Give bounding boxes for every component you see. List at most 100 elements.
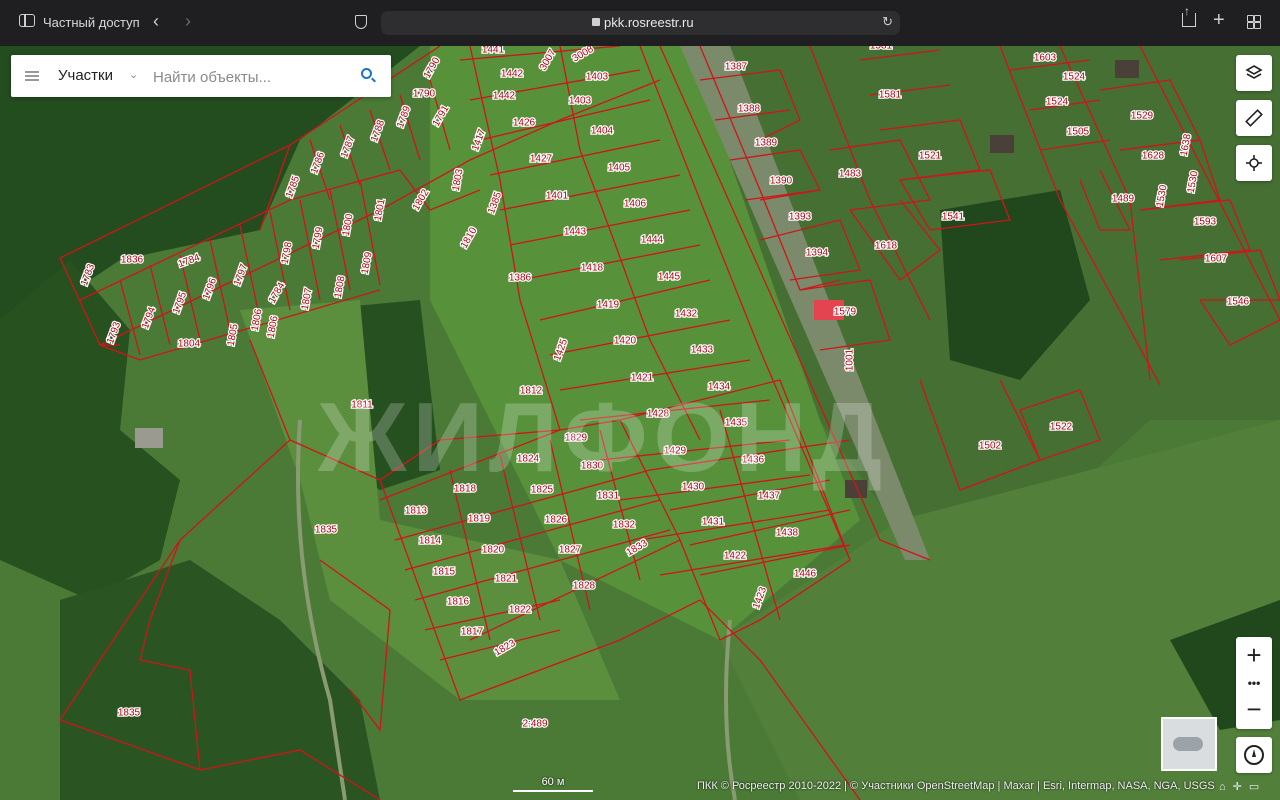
layers-button[interactable] (1236, 55, 1272, 91)
parcel-label-1820[interactable]: 1820 (481, 543, 506, 557)
reload-icon[interactable]: ↻ (882, 14, 893, 30)
parcel-label-1001[interactable]: 1001 (843, 347, 857, 372)
parcel-label-1822[interactable]: 1822 (508, 603, 533, 617)
parcel-label-1546[interactable]: 1546 (1226, 295, 1251, 309)
parcel-label-1505[interactable]: 1505 (1066, 125, 1091, 139)
parcel-label-1404[interactable]: 1404 (590, 124, 615, 138)
parcel-label-1836[interactable]: 1836 (120, 253, 145, 267)
parcel-label-1628[interactable]: 1628 (1141, 149, 1166, 163)
basemap-thumbnail[interactable] (1161, 717, 1217, 771)
parcel-label-1828[interactable]: 1828 (572, 579, 597, 593)
parcel-label-1818[interactable]: 1818 (453, 482, 478, 496)
sidebar-icon[interactable] (19, 14, 35, 27)
zoom-out-icon[interactable]: − (1236, 693, 1272, 729)
chevron-down-icon[interactable]: ⌄ (129, 68, 138, 81)
parcel-label-1403a[interactable]: 1403 (585, 70, 610, 84)
parcel-label-1419[interactable]: 1419 (596, 298, 621, 312)
parcel-label-1390[interactable]: 1390 (769, 174, 794, 188)
parcel-label-1443[interactable]: 1443 (563, 225, 588, 239)
parcel-label-1393[interactable]: 1393 (788, 210, 813, 224)
parcel-label-1541[interactable]: 1541 (941, 210, 966, 224)
parcel-label-1442b[interactable]: 1442 (492, 89, 517, 103)
parcel-label-1821[interactable]: 1821 (494, 572, 519, 586)
parcel-label-1444[interactable]: 1444 (640, 233, 665, 247)
parcel-label-1434[interactable]: 1434 (707, 380, 732, 394)
parcel-label-1436[interactable]: 1436 (741, 453, 766, 467)
parcel-label-1603[interactable]: 1603 (1033, 51, 1058, 65)
parcel-label-1422[interactable]: 1422 (723, 549, 748, 563)
tabs-overview-icon[interactable] (1247, 15, 1261, 29)
parcel-label-1812[interactable]: 1812 (519, 384, 544, 398)
parcel-label-1790b[interactable]: 1790 (412, 87, 437, 101)
parcel-label-1804[interactable]: 1804 (177, 337, 202, 351)
parcel-label-1386[interactable]: 1386 (508, 271, 533, 285)
parcel-label-1421[interactable]: 1421 (630, 371, 655, 385)
shield-icon[interactable] (355, 15, 367, 29)
parcel-label-1432[interactable]: 1432 (674, 307, 699, 321)
parcel-label-1831[interactable]: 1831 (596, 489, 621, 503)
parcel-label-1524b[interactable]: 1524 (1045, 95, 1070, 109)
parcel-label-1433[interactable]: 1433 (690, 343, 715, 357)
parcel-label-1581a[interactable]: 1581 (869, 46, 894, 53)
map-canvas[interactable]: 1441 3007 3008 1790 1442 1403 1790 1442 1403 1791… (0, 46, 1280, 800)
parcel-label-1394[interactable]: 1394 (805, 246, 830, 260)
parcel-label-1442a[interactable]: 1442 (500, 67, 525, 81)
crosshair-icon[interactable]: ✛ (1233, 781, 1242, 793)
new-tab-icon[interactable]: + (1213, 9, 1225, 32)
url-text[interactable]: pkk.rosreestr.ru (604, 15, 694, 30)
parcel-label-1489[interactable]: 1489 (1111, 192, 1136, 206)
parcel-label-1445[interactable]: 1445 (657, 270, 682, 284)
fullscreen-icon[interactable]: ▭ (1249, 781, 1259, 793)
home-icon[interactable]: ⌂ (1219, 781, 1226, 793)
search-input[interactable] (151, 64, 355, 90)
parcel-label-1426[interactable]: 1426 (512, 116, 537, 130)
parcel-label-1819[interactable]: 1819 (467, 512, 492, 526)
parcel-label-1405[interactable]: 1405 (607, 161, 632, 175)
parcel-label-1835a[interactable]: 1835 (314, 523, 339, 537)
parcel-label-2489[interactable]: 2:489 (521, 717, 549, 731)
parcel-label-1446[interactable]: 1446 (793, 567, 818, 581)
parcel-label-1529[interactable]: 1529 (1130, 109, 1155, 123)
parcel-label-1618[interactable]: 1618 (874, 239, 899, 253)
parcel-label-1579[interactable]: 1579 (833, 305, 858, 319)
parcel-label-1816[interactable]: 1816 (446, 595, 471, 609)
zoom-in-icon[interactable]: + (1236, 637, 1272, 673)
parcel-label-1406[interactable]: 1406 (623, 197, 648, 211)
parcel-label-1441[interactable]: 1441 (481, 46, 506, 57)
parcel-label-1607[interactable]: 1607 (1204, 252, 1229, 266)
parcel-label-1827[interactable]: 1827 (558, 543, 583, 557)
parcel-label-1825[interactable]: 1825 (530, 483, 555, 497)
parcel-label-1524a[interactable]: 1524 (1062, 70, 1087, 84)
parcel-label-1815[interactable]: 1815 (432, 565, 457, 579)
parcel-label-1817[interactable]: 1817 (460, 625, 485, 639)
parcel-label-1593[interactable]: 1593 (1193, 215, 1218, 229)
menu-icon[interactable] (25, 71, 39, 81)
parcel-label-1521[interactable]: 1521 (918, 149, 943, 163)
zoom-more-icon[interactable]: ••• (1236, 673, 1272, 693)
locate-button[interactable] (1236, 145, 1272, 181)
parcel-label-1431[interactable]: 1431 (701, 515, 726, 529)
parcel-label-1811[interactable]: 1811 (350, 398, 375, 412)
parcel-label-1418[interactable]: 1418 (580, 261, 605, 275)
parcel-label-1430[interactable]: 1430 (681, 480, 706, 494)
parcel-label-1835b[interactable]: 1835 (117, 706, 142, 720)
parcel-label-1502[interactable]: 1502 (978, 439, 1003, 453)
back-icon[interactable]: ‹ (153, 11, 159, 32)
parcel-label-1830[interactable]: 1830 (580, 459, 605, 473)
parcel-label-1420[interactable]: 1420 (613, 334, 638, 348)
parcel-label-1814[interactable]: 1814 (418, 534, 443, 548)
parcel-label-1437[interactable]: 1437 (757, 489, 782, 503)
compass-button[interactable] (1236, 737, 1272, 773)
forward-icon[interactable]: › (185, 11, 191, 32)
parcel-label-1403b[interactable]: 1403 (568, 94, 593, 108)
parcel-label-1824[interactable]: 1824 (516, 452, 541, 466)
parcel-label-1438[interactable]: 1438 (775, 526, 800, 540)
address-bar[interactable]: pkk.rosreestr.ru ↻ (381, 11, 900, 35)
parcel-label-1522[interactable]: 1522 (1049, 420, 1074, 434)
measure-button[interactable] (1236, 100, 1272, 136)
search-icon[interactable] (361, 68, 372, 79)
parcel-label-1389[interactable]: 1389 (754, 136, 779, 150)
parcel-label-1387[interactable]: 1387 (724, 60, 749, 74)
layer-selector[interactable]: Участки (58, 67, 113, 84)
parcel-label-1428[interactable]: 1428 (646, 407, 671, 421)
